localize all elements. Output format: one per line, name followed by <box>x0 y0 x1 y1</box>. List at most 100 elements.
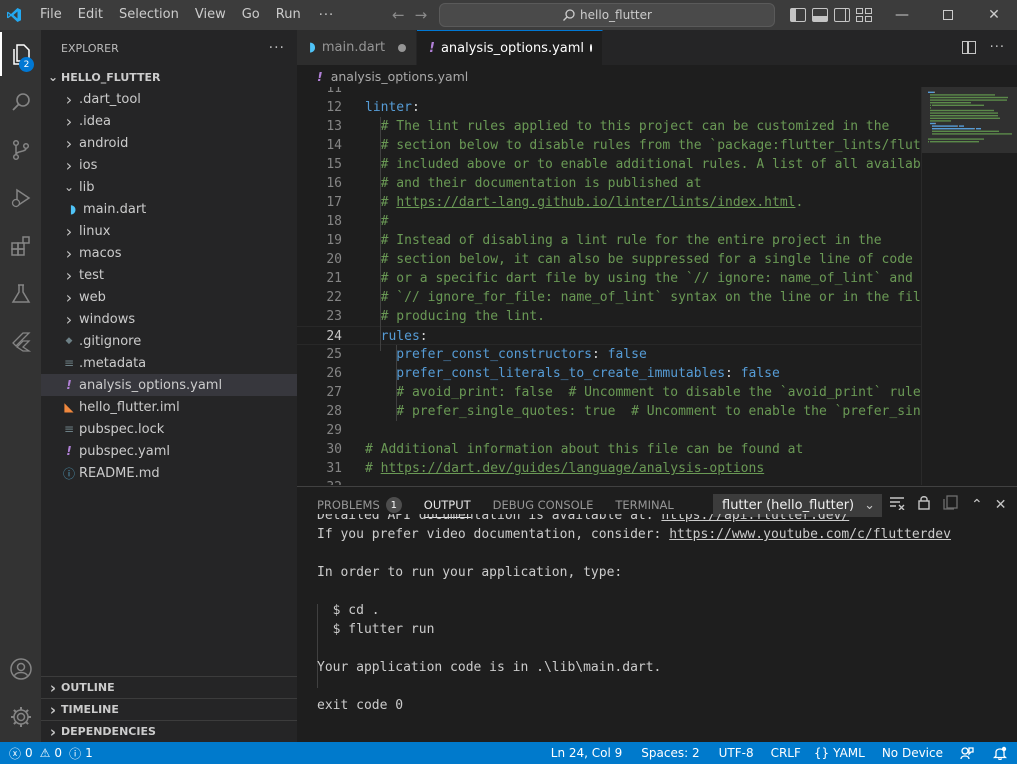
section-timeline[interactable]: › TIMELINE <box>41 698 297 720</box>
end-of-line[interactable]: CRLF <box>764 746 807 760</box>
code-line: 30 # Additional information about this fi… <box>297 440 921 459</box>
output-link[interactable]: https://www.youtube.com/c/flutterdev <box>669 527 951 542</box>
tree-item[interactable]: ⌄ lib <box>41 176 297 198</box>
tab-main-dart[interactable]: ◗ main.dart <box>297 30 417 65</box>
tree-item[interactable]: › windows <box>41 308 297 330</box>
menu-selection[interactable]: Selection <box>111 0 187 30</box>
problems-status[interactable]: ⓧ 0 ⚠ 0 ⓘ 1 <box>0 745 100 762</box>
minimap[interactable] <box>921 87 1017 485</box>
menu-run[interactable]: Run <box>268 0 309 30</box>
minimap-line <box>983 104 984 106</box>
section-outline[interactable]: › OUTLINE <box>41 676 297 698</box>
project-root-folder[interactable]: ⌄ HELLO_FLUTTER <box>41 66 297 88</box>
chevron-down-icon: ⌄ <box>864 498 875 513</box>
output-content[interactable]: Detailed API documentation is available … <box>317 514 1007 742</box>
minimap-line <box>932 130 999 132</box>
toggle-primary-sidebar-icon[interactable] <box>790 8 806 22</box>
indent-guide <box>380 117 381 351</box>
flutter-icon[interactable] <box>0 320 41 364</box>
code-line: 21 # or a specific dart file by using th… <box>297 269 921 288</box>
tree-item[interactable]: ◣ hello_flutter.iml <box>41 396 297 418</box>
menu-view[interactable]: View <box>187 0 234 30</box>
manage-gear-icon[interactable] <box>0 695 41 739</box>
tree-item[interactable]: › android <box>41 132 297 154</box>
split-editor-icon[interactable] <box>961 41 976 54</box>
info-icon: ⓘ <box>69 746 82 761</box>
explorer-icon[interactable]: 2 <box>0 32 41 76</box>
tree-item[interactable]: › web <box>41 286 297 308</box>
line-number: 32 <box>297 478 342 485</box>
back-arrow-icon[interactable]: ← <box>392 6 405 24</box>
tree-item[interactable]: › linux <box>41 220 297 242</box>
minimap-line <box>932 128 974 130</box>
code-text: # section below, it can also be suppress… <box>365 250 913 269</box>
cursor-position[interactable]: Ln 24, Col 9 <box>544 746 635 760</box>
forward-arrow-icon[interactable]: → <box>415 6 428 24</box>
tree-item[interactable]: ⓘ README.md <box>41 462 297 484</box>
menu-file[interactable]: File <box>32 0 70 30</box>
clear-output-icon[interactable] <box>889 496 905 514</box>
chevron-right-icon: › <box>65 287 73 307</box>
code-token: rules <box>365 329 420 344</box>
menu-go[interactable]: Go <box>234 0 268 30</box>
output-text: Detailed API documentation is available … <box>317 514 662 523</box>
tree-item[interactable]: ≡ .metadata <box>41 352 297 374</box>
toggle-panel-icon[interactable] <box>812 8 828 22</box>
close-icon[interactable]: ✕ <box>971 0 1017 30</box>
customize-layout-icon[interactable] <box>856 8 872 22</box>
breadcrumb-file[interactable]: analysis_options.yaml <box>331 69 469 84</box>
code-editor[interactable]: 11 12 linter: 13 # The lint rules applied t… <box>297 87 921 485</box>
close-panel-icon[interactable]: ✕ <box>995 497 1007 513</box>
tree-item[interactable]: ≡ pubspec.lock <box>41 418 297 440</box>
menu-more-button[interactable]: ··· <box>309 8 344 23</box>
search-icon[interactable] <box>0 80 41 124</box>
code-line: 16 # and their documentation is publishe… <box>297 174 921 193</box>
feedback-icon[interactable] <box>953 746 986 760</box>
tree-item-label: main.dart <box>83 201 147 217</box>
accounts-icon[interactable] <box>0 647 41 691</box>
more-actions-icon[interactable]: ··· <box>990 40 1005 55</box>
line-number: 31 <box>326 461 342 476</box>
tree-item[interactable]: › .idea <box>41 110 297 132</box>
command-center-search[interactable]: hello_flutter <box>439 3 775 27</box>
tree-item[interactable]: ! pubspec.yaml <box>41 440 297 462</box>
tree-item[interactable]: › .dart_tool <box>41 88 297 110</box>
tree-item[interactable]: ! analysis_options.yaml <box>41 374 297 396</box>
code-token: false <box>740 366 780 381</box>
open-output-in-editor-icon[interactable] <box>943 495 959 514</box>
project-root-label: HELLO_FLUTTER <box>61 70 161 84</box>
explorer-more-button[interactable]: ··· <box>269 40 285 56</box>
tab-analysis-options[interactable]: ! analysis_options.yaml <box>417 30 603 65</box>
language-mode[interactable]: {} YAML <box>807 746 872 760</box>
tree-item[interactable]: › ios <box>41 154 297 176</box>
tree-item[interactable]: › test <box>41 264 297 286</box>
encoding[interactable]: UTF-8 <box>712 746 764 760</box>
minimap-line <box>930 109 994 112</box>
minimize-icon[interactable]: — <box>879 0 925 30</box>
code-line: 14 # section below to disable rules from… <box>297 136 921 155</box>
tree-item[interactable]: ◆ .gitignore <box>41 330 297 352</box>
extensions-icon[interactable] <box>0 224 41 268</box>
indentation[interactable]: Spaces: 2 <box>634 746 711 760</box>
tree-item[interactable]: ◗ main.dart <box>41 198 297 220</box>
minimap-line <box>932 125 957 127</box>
section-dependencies[interactable]: › DEPENDENCIES <box>41 720 297 742</box>
code-token: : <box>411 100 420 115</box>
device-selector[interactable]: No Device <box>872 746 953 760</box>
maximize-panel-icon[interactable]: ⌃ <box>971 497 983 513</box>
source-control-icon[interactable] <box>0 128 41 172</box>
output-line: exit code 0 <box>317 696 1007 715</box>
code-token: # avoid_print: false # Uncomment to disa… <box>365 385 921 400</box>
toggle-secondary-sidebar-icon[interactable] <box>834 8 850 22</box>
maximize-icon[interactable] <box>925 0 971 30</box>
lock-icon[interactable] <box>917 495 931 514</box>
notifications-bell-icon[interactable] <box>986 746 1017 760</box>
run-debug-icon[interactable] <box>0 176 41 220</box>
output-link[interactable]: https://api.flutter.dev/ <box>661 514 849 523</box>
output-text: $ flutter run <box>317 622 435 637</box>
menu-edit[interactable]: Edit <box>70 0 111 30</box>
code-token: : <box>591 347 608 362</box>
testing-icon[interactable] <box>0 272 41 316</box>
tree-item[interactable]: › macos <box>41 242 297 264</box>
